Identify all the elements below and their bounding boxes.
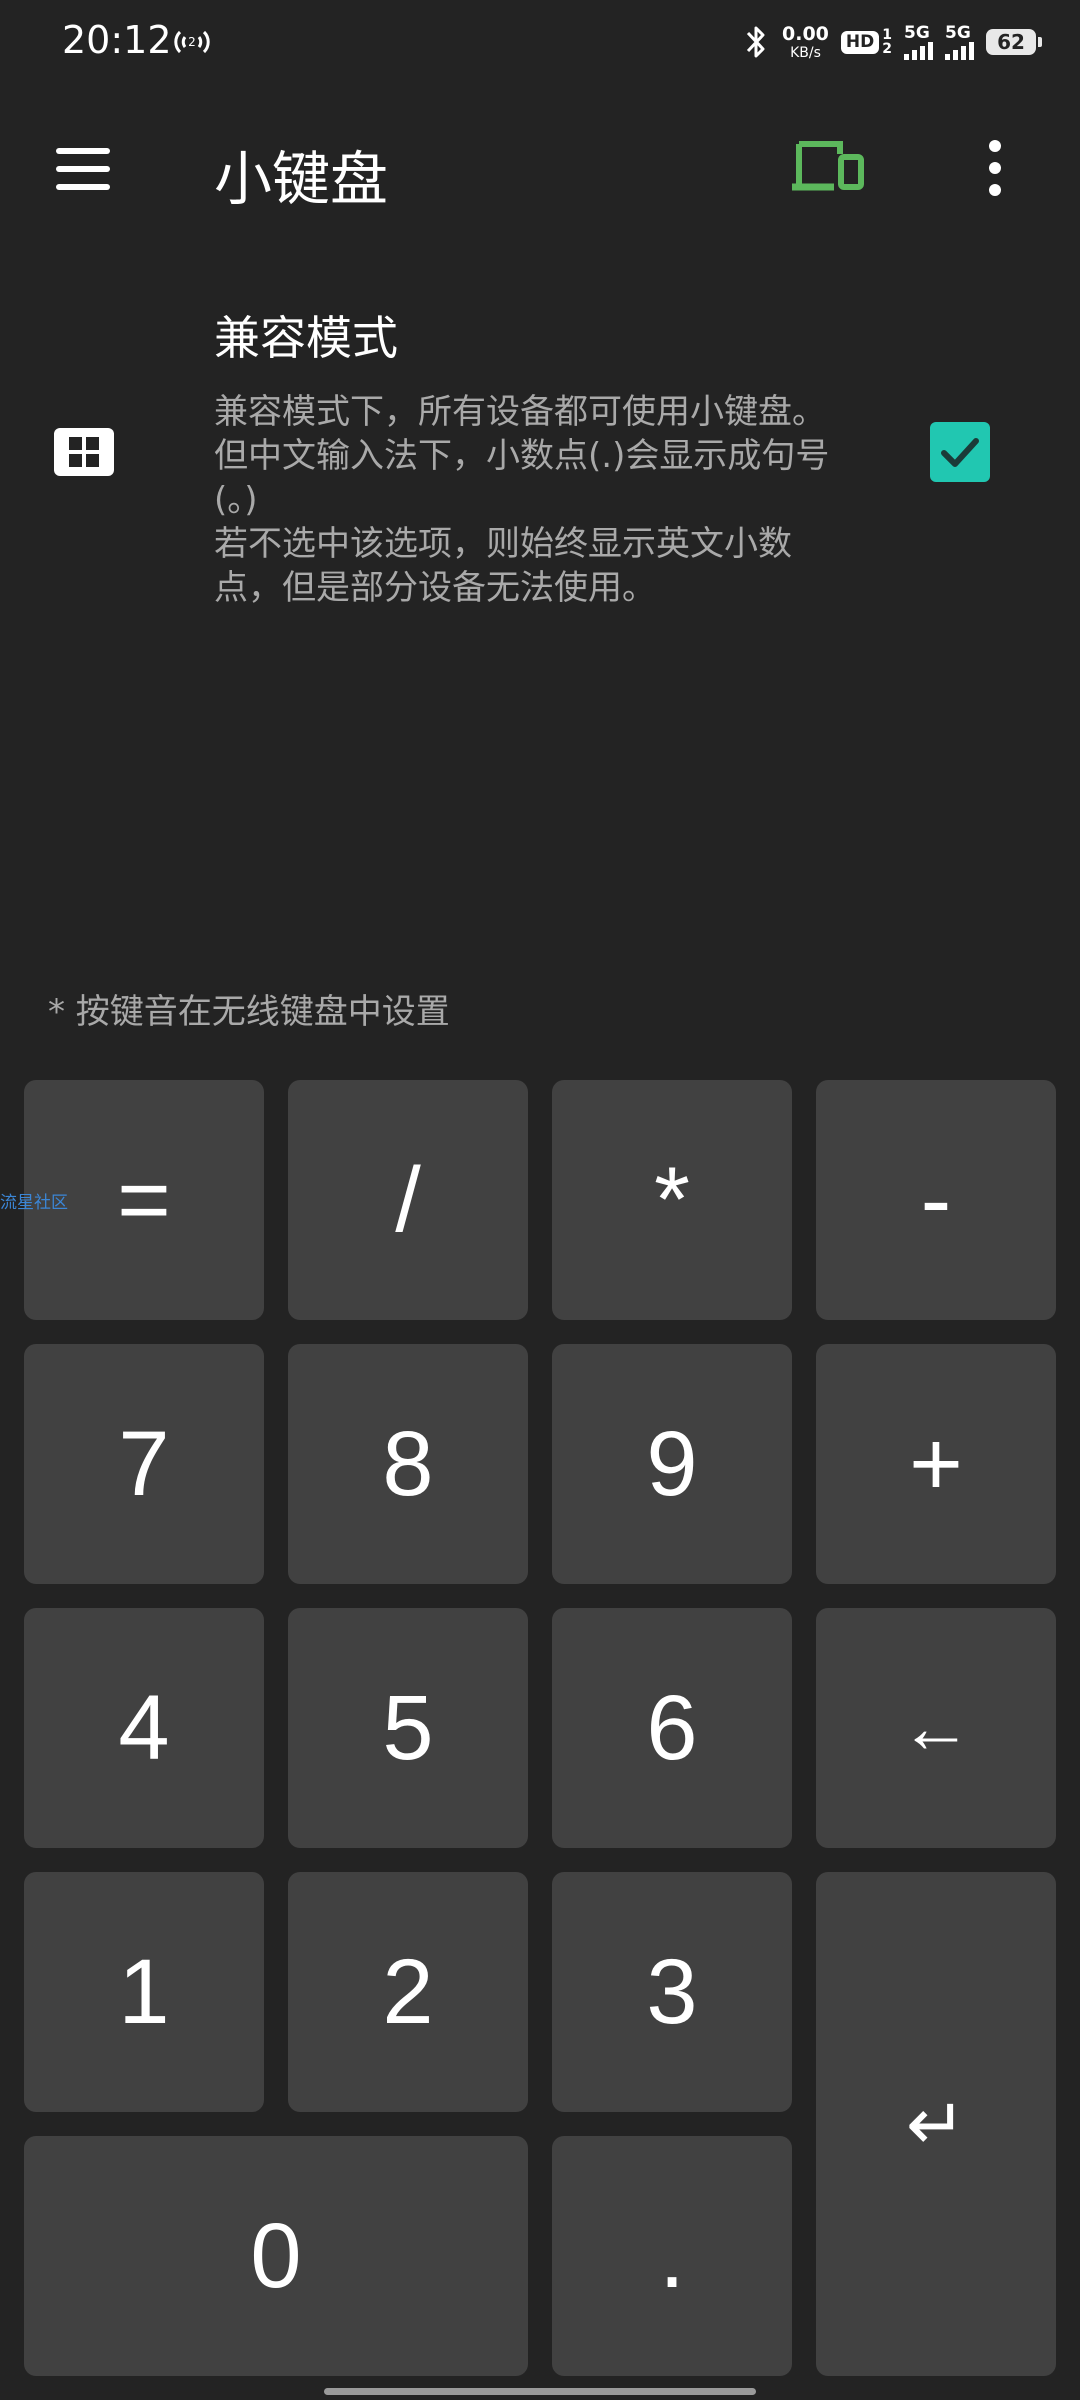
backspace-arrow-icon: ← [900, 1688, 972, 1768]
hd-sim2: 2 [882, 41, 892, 57]
key-minus[interactable]: - [816, 1080, 1056, 1320]
home-indicator[interactable] [324, 2388, 756, 2395]
key-6[interactable]: 6 [552, 1608, 792, 1848]
key-8[interactable]: 8 [288, 1344, 528, 1584]
signal-sim1-gen: 5G [904, 22, 930, 43]
key-1[interactable]: 1 [24, 1872, 264, 2112]
setting-title: 兼容模式 [214, 311, 398, 365]
status-bar: 20:12 2 0.00 KB/s HD 1 2 5G 5G 62 [0, 0, 1080, 84]
hotspot-count: 2 [188, 35, 196, 49]
hd-voice-badge: HD 1 2 [840, 27, 892, 57]
menu-icon [56, 148, 110, 154]
more-options-button[interactable] [980, 138, 1012, 198]
key-9[interactable]: 9 [552, 1344, 792, 1584]
key-0[interactable]: 0 [24, 2136, 528, 2376]
more-vert-icon [989, 140, 1001, 152]
numeric-keypad: = / * - 7 8 9 + 4 5 6 ← 1 2 3 ↵ 0 . [0, 1080, 1080, 2380]
key-backspace[interactable]: ← [816, 1608, 1056, 1848]
key-7[interactable]: 7 [24, 1344, 264, 1584]
devices-icon[interactable] [790, 140, 866, 196]
signal-sim2-gen: 5G [945, 22, 971, 43]
key-decimal[interactable]: . [552, 2136, 792, 2376]
key-3[interactable]: 3 [552, 1872, 792, 2112]
network-speed-unit: KB/s [790, 44, 821, 61]
key-5[interactable]: 5 [288, 1608, 528, 1848]
key-4[interactable]: 4 [24, 1608, 264, 1848]
battery-icon: 62 [986, 29, 1042, 55]
key-sound-hint: * 按键音在无线键盘中设置 [48, 992, 450, 1032]
compat-mode-checkbox[interactable] [930, 422, 990, 482]
signal-sim2-icon: 5G [945, 22, 974, 60]
watermark-label: 流星社区 [0, 1193, 68, 1213]
key-plus[interactable]: + [816, 1344, 1056, 1584]
hd-label: HD [840, 30, 880, 54]
compat-mode-setting[interactable]: 兼容模式 兼容模式下，所有设备都可使用小键盘。 但中文输入法下，小数点(.)会显… [0, 290, 1080, 620]
status-icons: 0.00 KB/s HD 1 2 5G 5G 62 [742, 20, 1042, 64]
signal-sim1-icon: 5G [904, 22, 933, 60]
network-speed: 0.00 KB/s [782, 22, 829, 61]
key-divide[interactable]: / [288, 1080, 528, 1320]
setting-description: 兼容模式下，所有设备都可使用小键盘。 但中文输入法下，小数点(.)会显示成句号 … [214, 392, 830, 608]
keypad-icon [54, 428, 114, 476]
hotspot-icon: 2 [174, 30, 210, 54]
app-bar: 小键盘 [0, 110, 1080, 226]
checkmark-icon [941, 438, 979, 467]
status-time: 20:12 [62, 18, 172, 62]
page-title: 小键盘 [214, 145, 389, 213]
key-enter[interactable]: ↵ [816, 1872, 1056, 2376]
bluetooth-icon [746, 26, 765, 58]
app-screen: 20:12 2 0.00 KB/s HD 1 2 5G 5G 62 小键盘 兼容… [0, 0, 1080, 2400]
menu-button[interactable] [54, 144, 114, 194]
battery-level: 62 [997, 30, 1025, 54]
hd-sim1: 1 [882, 27, 892, 43]
key-multiply[interactable]: * [552, 1080, 792, 1320]
network-speed-value: 0.00 [782, 22, 829, 45]
enter-icon: ↵ [905, 2085, 967, 2165]
key-2[interactable]: 2 [288, 1872, 528, 2112]
